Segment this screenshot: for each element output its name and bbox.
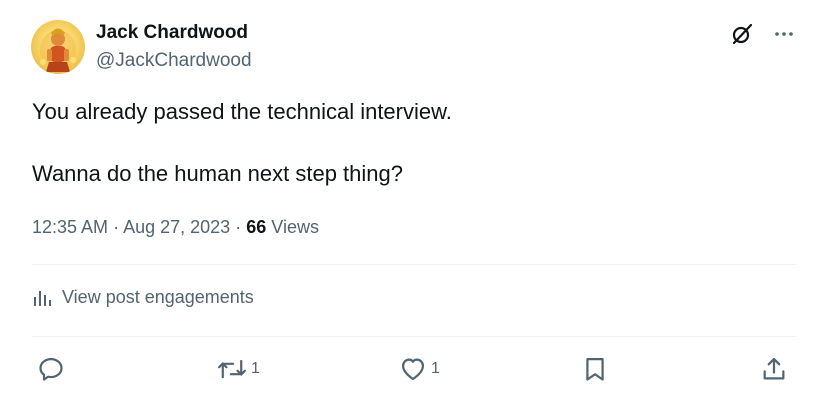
views-count: 66 <box>246 217 267 237</box>
post-text: You already passed the technical intervi… <box>32 96 792 189</box>
more-icon <box>775 32 793 36</box>
post-date[interactable]: Aug 27, 2023 <box>123 217 230 237</box>
views-label: Views <box>271 217 319 237</box>
repost-count: 1 <box>251 360 260 377</box>
share-button[interactable] <box>760 352 788 386</box>
post-detail: Jack Chardwood @JackChardwood You alread… <box>0 0 814 415</box>
more-button[interactable] <box>774 24 794 44</box>
view-engagements-link[interactable]: View post engagements <box>32 287 254 308</box>
avatar[interactable] <box>31 20 85 74</box>
reply-button[interactable] <box>37 352 69 386</box>
divider <box>32 336 796 337</box>
share-icon <box>763 357 785 380</box>
meta-separator: · <box>235 217 242 237</box>
post-text-spacer <box>32 127 792 158</box>
post-actions-bar: 1 1 <box>32 352 796 386</box>
bookmark-icon <box>586 357 604 381</box>
author-name[interactable]: Jack Chardwood <box>96 22 248 44</box>
like-count: 1 <box>431 360 440 377</box>
post-text-line: Wanna do the human next step thing? <box>32 161 403 186</box>
avatar-image <box>40 28 76 72</box>
bookmark-button[interactable] <box>581 352 609 386</box>
post-text-line: You already passed the technical intervi… <box>32 99 452 124</box>
reply-icon <box>39 357 63 381</box>
post-top-controls <box>730 22 794 46</box>
meta-separator: · <box>113 217 120 237</box>
repost-icon <box>217 359 247 379</box>
repost-button[interactable]: 1 <box>217 352 260 386</box>
analytics-icon <box>34 290 51 306</box>
post-time[interactable]: 12:35 AM <box>32 217 108 237</box>
engagements-label: View post engagements <box>62 287 254 307</box>
post-meta: 12:35 AM · Aug 27, 2023 · 66 Views <box>32 217 319 238</box>
heart-icon <box>401 358 425 381</box>
grok-button[interactable] <box>730 22 754 46</box>
like-button[interactable]: 1 <box>399 352 440 386</box>
divider <box>32 264 796 265</box>
grok-icon <box>732 23 753 45</box>
author-handle[interactable]: @JackChardwood <box>96 50 252 72</box>
